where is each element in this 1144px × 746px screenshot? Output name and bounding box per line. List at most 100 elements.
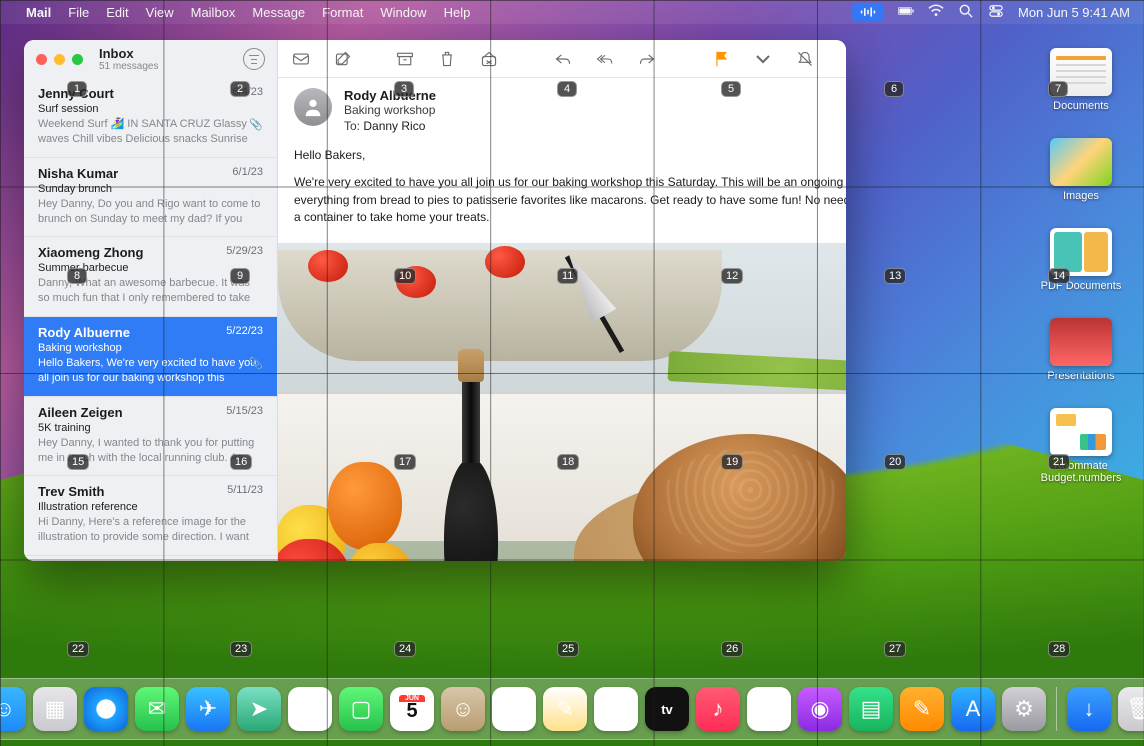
dock-launchpad[interactable]: ▦: [33, 687, 77, 731]
message-row[interactable]: Rody Albuerne5/22/23📎Baking workshopHell…: [24, 317, 277, 397]
dock-tv[interactable]: tv: [645, 687, 689, 731]
menubar-clock[interactable]: Mon Jun 5 9:41 AM: [1018, 5, 1130, 20]
dock-trash[interactable]: 🗑: [1118, 687, 1144, 731]
message-row[interactable]: Nisha Kumar6/1/23 Sunday brunch Hey Danny,…: [24, 158, 277, 238]
menu-format[interactable]: Format: [322, 5, 363, 20]
row-preview: Weekend Surf 🏄‍♀️ IN SANTA CRUZ Glassy w…: [38, 117, 263, 147]
row-subject: Surf session: [38, 103, 263, 115]
desktop-label: Documents: [1038, 100, 1124, 112]
row-preview: Hello Bakers, We're very excited to have…: [38, 356, 263, 386]
mute-icon[interactable]: [794, 49, 816, 69]
mail-window: Inbox 51 messages Jenny Court6/4/23📎Surf…: [24, 40, 846, 561]
row-date: 5/29/23: [226, 245, 263, 257]
dock-safari[interactable]: ✦: [84, 687, 128, 731]
dock-freeform[interactable]: 〰: [594, 687, 638, 731]
attachment-icon: 📎: [249, 357, 263, 370]
flag-dropdown-icon[interactable]: [752, 49, 774, 69]
dock-pages[interactable]: ✎: [900, 687, 944, 731]
dock-podcasts[interactable]: ◉: [798, 687, 842, 731]
menu-file[interactable]: File: [68, 5, 89, 20]
dock-settings[interactable]: ⚙: [1002, 687, 1046, 731]
dock-news[interactable]: N: [747, 687, 791, 731]
desktop-file-budget[interactable]: Roommate Budget.numbers: [1038, 408, 1124, 484]
dock-finder[interactable]: ☺: [0, 687, 26, 731]
row-preview: Hey Danny, Do you and Rigo want to come …: [38, 197, 263, 227]
body-paragraph: We're very excited to have you all join …: [294, 174, 846, 226]
control-center-icon[interactable]: [988, 4, 1004, 21]
menu-help[interactable]: Help: [444, 5, 471, 20]
desktop-folder-images[interactable]: Images: [1038, 138, 1124, 202]
row-from: Nisha Kumar: [38, 166, 263, 181]
dock-reminders[interactable]: ☰: [492, 687, 536, 731]
row-preview: Hey Danny, I wanted to thank you for put…: [38, 436, 263, 466]
archive-icon[interactable]: [394, 49, 416, 69]
row-date: 5/15/23: [226, 405, 263, 417]
message-list[interactable]: Jenny Court6/4/23📎Surf sessionWeekend Su…: [24, 78, 277, 561]
dock-contacts[interactable]: ☺: [441, 687, 485, 731]
spotlight-icon[interactable]: [958, 4, 974, 21]
message-row[interactable]: Trev Smith5/11/23Illustration referenceH…: [24, 476, 277, 556]
voice-control-icon[interactable]: [852, 3, 884, 21]
folder-icon: [1050, 318, 1112, 366]
message-row[interactable]: Fleur Lasseur5/10/23Baseball team fundra…: [24, 556, 277, 561]
close-button[interactable]: [36, 54, 47, 65]
dock-messages[interactable]: ✉: [135, 687, 179, 731]
to-label: To:: [344, 119, 360, 133]
dock-numbers[interactable]: ▤: [849, 687, 893, 731]
dock-calendar[interactable]: JUN5: [390, 687, 434, 731]
dock-maps[interactable]: ➤: [237, 687, 281, 731]
dock-music[interactable]: ♪: [696, 687, 740, 731]
forward-icon[interactable]: [636, 49, 658, 69]
reply-icon[interactable]: [552, 49, 574, 69]
wifi-icon[interactable]: [928, 4, 944, 21]
desktop-label: Presentations: [1038, 370, 1124, 382]
row-subject: Summer barbecue: [38, 262, 263, 274]
dock-facetime[interactable]: ▢: [339, 687, 383, 731]
row-subject: Baking workshop: [38, 342, 263, 354]
row-subject: Sunday brunch: [38, 183, 263, 195]
message-attachment-image[interactable]: [278, 243, 846, 561]
dock-mail[interactable]: ✈: [186, 687, 230, 731]
message-row[interactable]: Jenny Court6/4/23📎Surf sessionWeekend Su…: [24, 78, 277, 158]
row-from: Jenny Court: [38, 86, 263, 101]
desktop-folder-pdf[interactable]: PDF Documents: [1038, 228, 1124, 292]
desktop-label: PDF Documents: [1038, 280, 1124, 292]
desktop-folder-presentations[interactable]: Presentations: [1038, 318, 1124, 382]
filter-icon[interactable]: [243, 48, 265, 70]
flag-icon[interactable]: [710, 49, 732, 69]
folder-icon: [1050, 138, 1112, 186]
compose-icon[interactable]: [332, 49, 354, 69]
menu-mailbox[interactable]: Mailbox: [191, 5, 236, 20]
attachment-icon: 📎: [249, 118, 263, 131]
body-greeting: Hello Bakers,: [294, 147, 846, 164]
dock-downloads[interactable]: ↓: [1067, 687, 1111, 731]
desktop-folder-documents[interactable]: Documents: [1038, 48, 1124, 112]
dock-photos[interactable]: ✿: [288, 687, 332, 731]
minimize-button[interactable]: [54, 54, 65, 65]
row-date: 6/1/23: [232, 166, 263, 178]
battery-icon[interactable]: [898, 4, 914, 21]
menu-edit[interactable]: Edit: [106, 5, 128, 20]
menubar-menus: Mail File Edit View Mailbox Message Form…: [26, 5, 470, 20]
row-subject: Illustration reference: [38, 501, 263, 513]
message-row[interactable]: Aileen Zeigen5/15/235K trainingHey Danny…: [24, 397, 277, 477]
row-preview: Danny, What an awesome barbecue. It was …: [38, 276, 263, 306]
junk-icon[interactable]: [478, 49, 500, 69]
get-mail-icon[interactable]: [290, 49, 312, 69]
row-date: 5/22/23: [226, 325, 263, 337]
menu-message[interactable]: Message: [252, 5, 305, 20]
mailbox-title: Inbox: [99, 46, 158, 61]
menu-window[interactable]: Window: [380, 5, 426, 20]
reply-all-icon[interactable]: [594, 49, 616, 69]
zoom-button[interactable]: [72, 54, 83, 65]
dock-appstore[interactable]: A: [951, 687, 995, 731]
menu-app[interactable]: Mail: [26, 5, 51, 20]
trash-icon[interactable]: [436, 49, 458, 69]
folder-icon: [1050, 228, 1112, 276]
dock-separator: [1056, 687, 1057, 731]
dock-notes[interactable]: ✎: [543, 687, 587, 731]
to-recipient[interactable]: Danny Rico: [363, 119, 425, 133]
row-preview: Hi Danny, Here's a reference image for t…: [38, 515, 263, 545]
message-row[interactable]: Xiaomeng Zhong5/29/23Summer barbecueDann…: [24, 237, 277, 317]
menu-view[interactable]: View: [146, 5, 174, 20]
